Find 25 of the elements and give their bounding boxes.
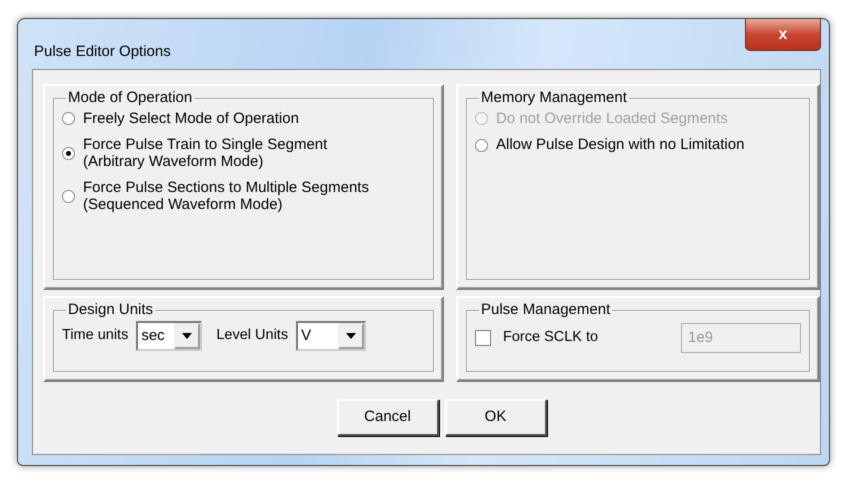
radio-label: Force Pulse Train to Single Segment (Arbitrary Waveform Mode) <box>83 137 328 170</box>
radio-label: Do not Override Loaded Segments <box>496 110 729 127</box>
caret-icon <box>346 332 356 338</box>
close-button[interactable]: x <box>745 19 821 51</box>
checkbox[interactable] <box>475 330 491 346</box>
group-title: Pulse Management <box>480 302 612 318</box>
group-title: Design Units <box>67 302 154 318</box>
radio-label: Allow Pulse Design with no Limitation <box>496 137 746 154</box>
checkbox-label: Force SCLK to <box>503 328 598 347</box>
radio-button[interactable] <box>62 190 75 203</box>
window-title: Pulse Editor Options <box>34 42 171 62</box>
radio-label: Freely Select Mode of Operation <box>83 110 300 127</box>
radio-button[interactable] <box>475 138 488 152</box>
radio-button[interactable] <box>62 147 75 160</box>
radio-button[interactable] <box>62 112 75 126</box>
radio-label: Force Pulse Sections to Multiple Segments (Sequenced Waveform Mode) <box>83 180 370 213</box>
field-label: Time units <box>62 326 128 345</box>
dropdown[interactable]: V <box>296 320 366 350</box>
cancel-button[interactable]: Cancel <box>336 399 438 436</box>
group-title: Memory Management <box>480 90 628 106</box>
dropdown[interactable]: sec <box>136 320 202 350</box>
ok-button[interactable]: OK <box>444 399 546 436</box>
field-label: Level Units <box>216 326 288 345</box>
caret-icon <box>182 332 192 338</box>
group-title: Mode of Operation <box>67 90 194 106</box>
